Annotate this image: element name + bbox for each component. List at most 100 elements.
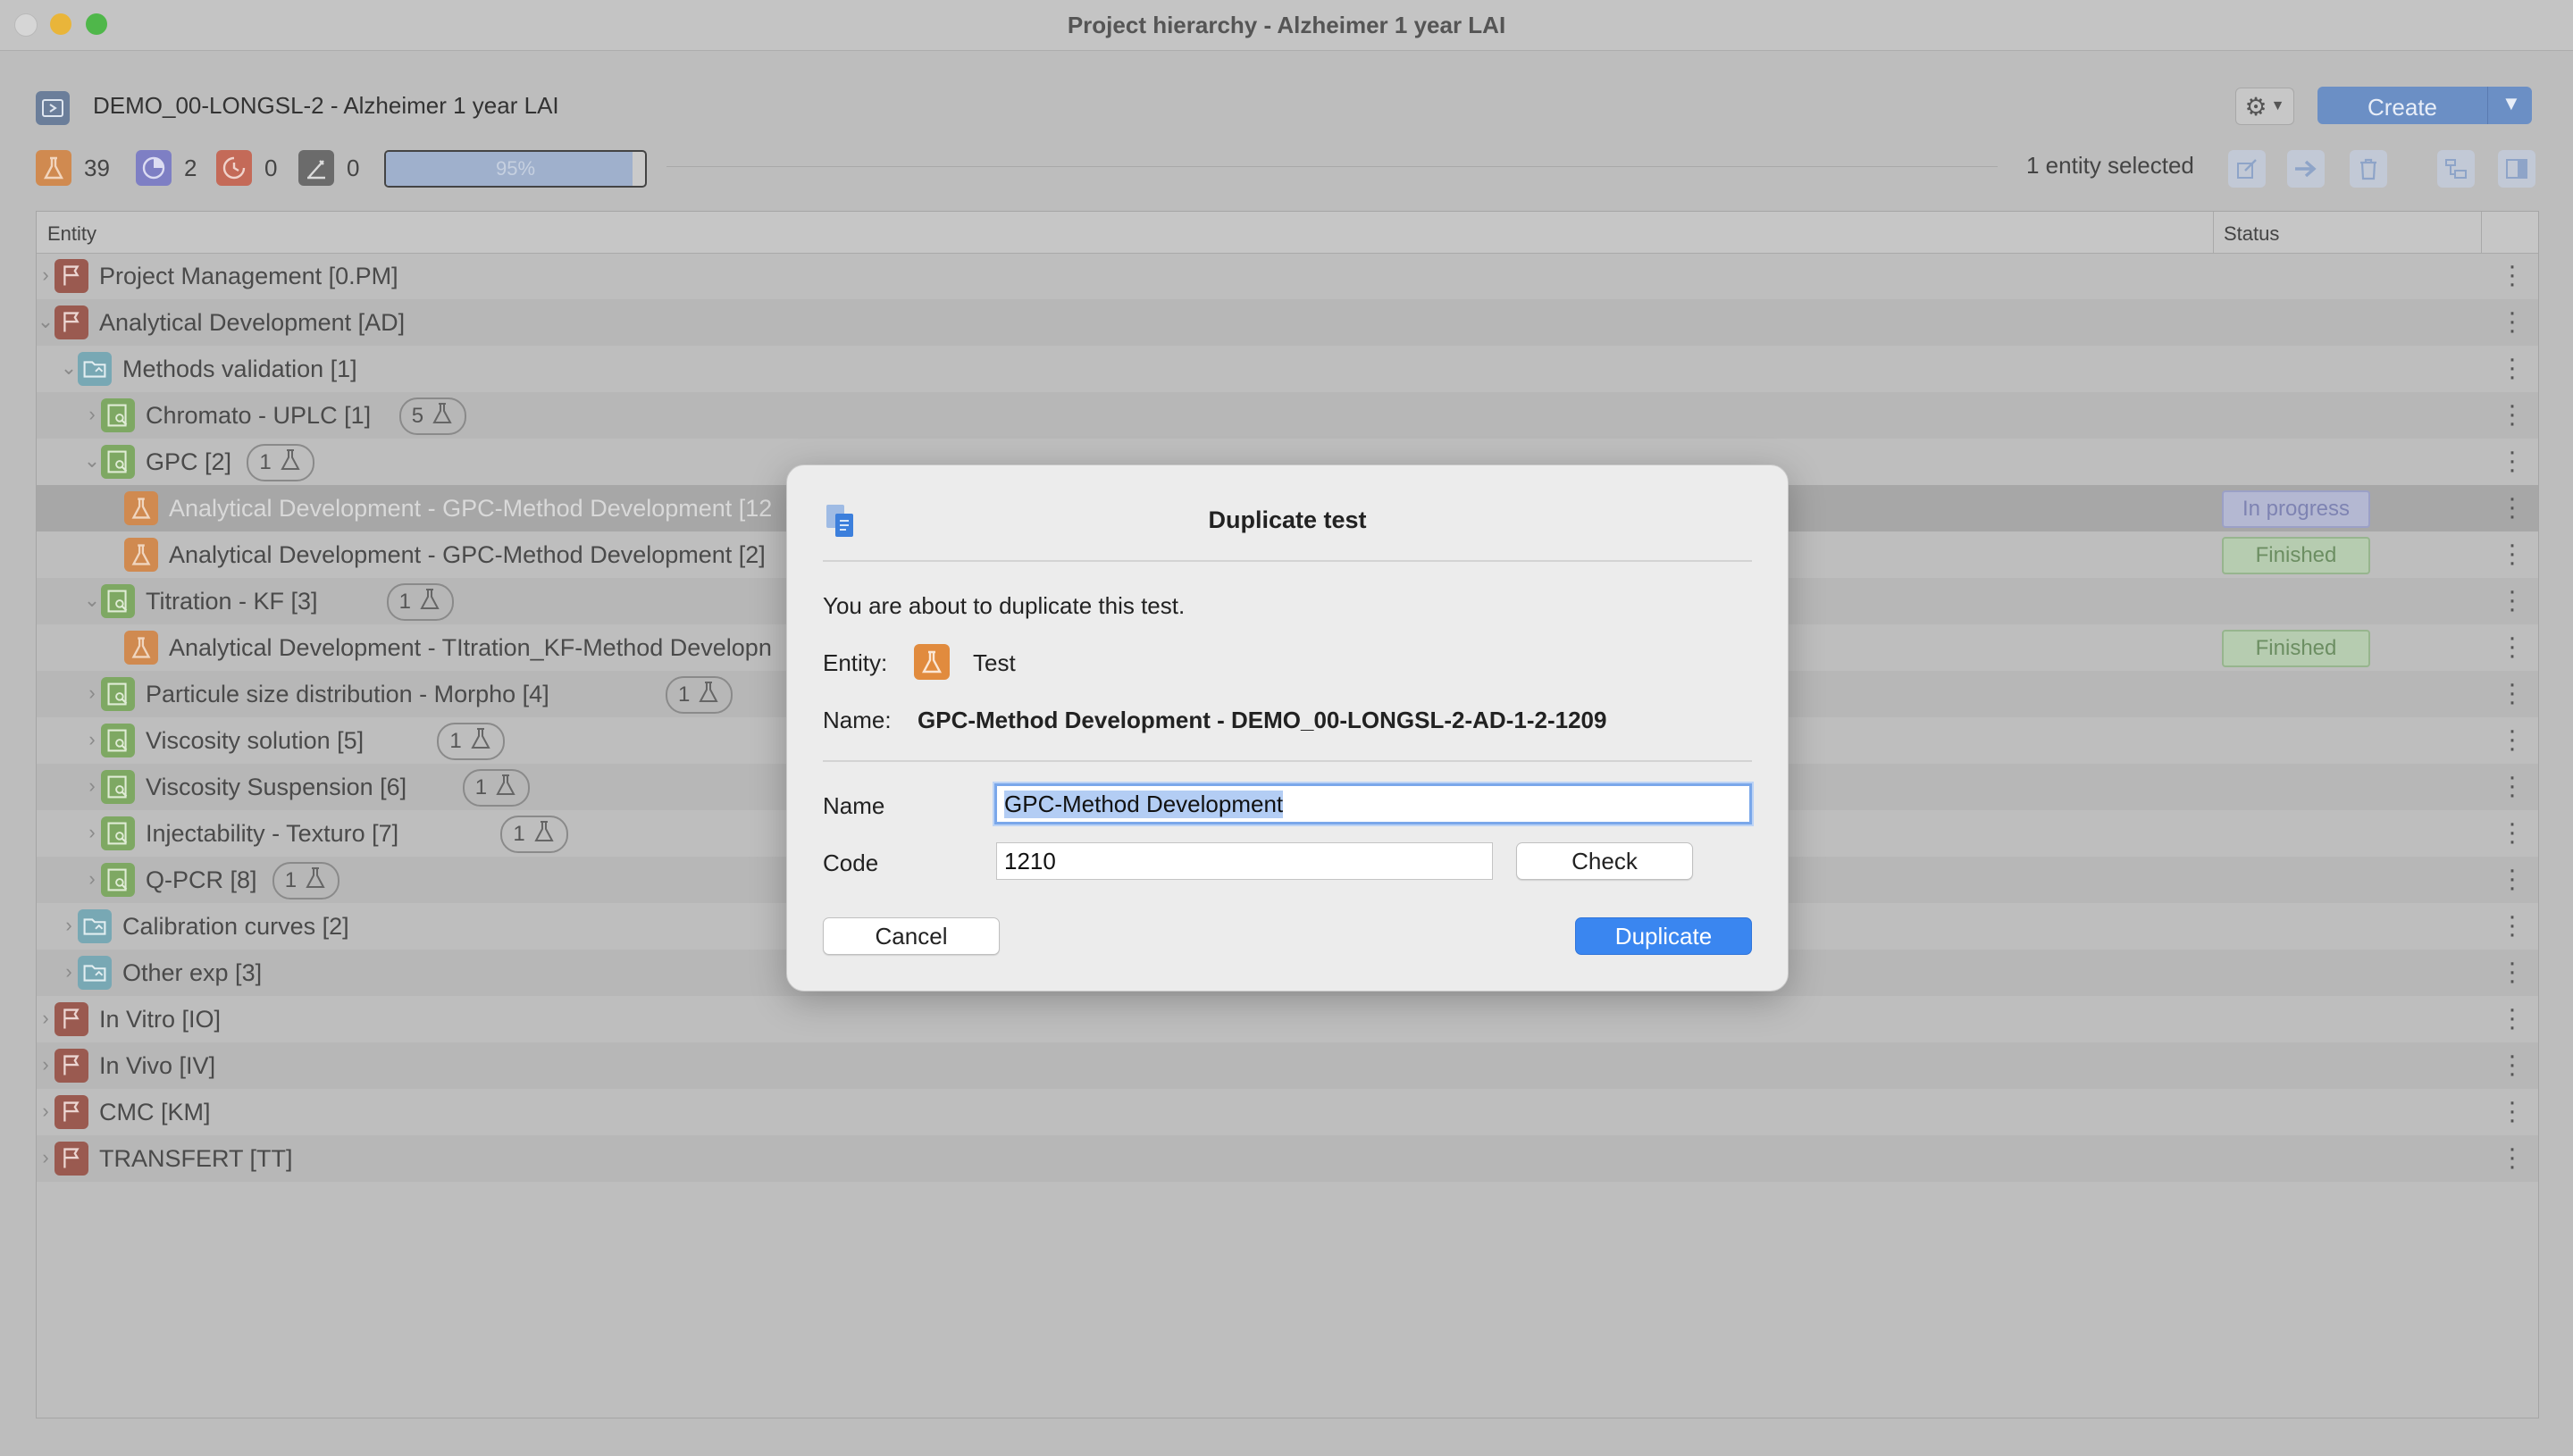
create-button[interactable]: Create ▼: [2317, 87, 2532, 124]
chevron-right-icon[interactable]: ›: [83, 728, 101, 751]
toolbar-divider: [666, 166, 1998, 167]
chevron-down-icon[interactable]: ⌄: [83, 589, 101, 612]
cancel-button[interactable]: Cancel: [823, 917, 1000, 955]
create-dropdown-icon[interactable]: ▼: [2502, 92, 2521, 115]
check-button[interactable]: Check: [1516, 842, 1693, 880]
row-menu-icon[interactable]: · · ·: [2508, 1135, 2517, 1180]
chevron-right-icon[interactable]: ›: [83, 821, 101, 844]
chevron-right-icon[interactable]: ›: [83, 403, 101, 426]
row-menu-icon[interactable]: · · ·: [2508, 996, 2517, 1041]
chevron-down-icon[interactable]: ⌄: [83, 449, 101, 473]
flag-icon: [54, 305, 88, 339]
row-label: Analytical Development - TItration_KF-Me…: [169, 634, 772, 661]
chevron-right-icon[interactable]: ›: [83, 774, 101, 798]
row-label: GPC [2]: [146, 448, 232, 475]
row-menu-icon[interactable]: · · ·: [2508, 392, 2517, 437]
row-label: In Vivo [IV]: [99, 1052, 216, 1079]
row-label: Methods validation [1]: [122, 356, 357, 382]
row-menu-icon[interactable]: · · ·: [2508, 1089, 2517, 1134]
stat-signed[interactable]: 0: [298, 150, 359, 186]
chevron-down-icon[interactable]: ⌄: [60, 356, 78, 380]
chevron-right-icon[interactable]: ›: [37, 1053, 54, 1076]
chevron-right-icon[interactable]: ›: [83, 682, 101, 705]
row-menu-icon[interactable]: · · ·: [2508, 299, 2517, 344]
row-menu-icon[interactable]: · · ·: [2508, 578, 2517, 623]
dialog-title: Duplicate test: [1208, 506, 1367, 533]
move-arrow-icon[interactable]: [2287, 150, 2325, 188]
test-count-badge: 1: [247, 444, 314, 481]
row-menu-icon[interactable]: · · ·: [2508, 903, 2517, 948]
chevron-right-icon[interactable]: ›: [37, 1007, 54, 1030]
row-menu-icon[interactable]: · · ·: [2508, 810, 2517, 855]
window-maximize-button[interactable]: [86, 13, 107, 35]
row-menu-icon[interactable]: · · ·: [2508, 1042, 2517, 1087]
test-count-badge: 5: [398, 397, 467, 435]
column-divider: [2481, 212, 2482, 253]
chevron-right-icon[interactable]: ›: [37, 1100, 54, 1123]
window-minimize-button[interactable]: [50, 13, 71, 35]
test-count: 1: [474, 775, 488, 799]
trash-icon[interactable]: [2350, 150, 2387, 188]
table-row[interactable]: › In Vivo [IV] · · ·: [37, 1042, 2538, 1089]
stat-tests-count: 39: [84, 154, 110, 181]
chevron-down-icon[interactable]: ⌄: [37, 310, 54, 333]
edit-icon[interactable]: [2228, 150, 2266, 188]
row-label: Analytical Development - GPC-Method Deve…: [169, 541, 766, 568]
settings-menu-button[interactable]: ⚙ ▼: [2235, 88, 2294, 125]
stat-in-progress[interactable]: 2: [136, 150, 197, 186]
tree-view-icon[interactable]: [2437, 150, 2475, 188]
chevron-right-icon[interactable]: ›: [60, 914, 78, 937]
table-row[interactable]: › CMC [KM] · · ·: [37, 1089, 2538, 1135]
stat-signed-count: 0: [347, 154, 360, 181]
table-row[interactable]: › Chromato - UPLC [1] 5 · · ·: [37, 392, 2538, 439]
table-row[interactable]: › TRANSFERT [TT] · · ·: [37, 1135, 2538, 1182]
row-menu-icon[interactable]: · · ·: [2508, 624, 2517, 669]
column-header-status[interactable]: Status: [2224, 222, 2279, 246]
code-input-value: 1210: [1004, 847, 1056, 874]
row-menu-icon[interactable]: · · ·: [2508, 764, 2517, 808]
chevron-right-icon[interactable]: ›: [37, 264, 54, 287]
row-label: Chromato - UPLC [1]: [146, 402, 372, 429]
code-input[interactable]: 1210: [996, 842, 1493, 880]
flag-icon: [54, 1095, 88, 1129]
row-menu-icon[interactable]: · · ·: [2508, 717, 2517, 762]
stat-late-count: 0: [264, 154, 278, 181]
chevron-right-icon[interactable]: ›: [60, 960, 78, 983]
chevron-right-icon[interactable]: ›: [83, 867, 101, 891]
table-row[interactable]: › Project Management [0.PM] · · ·: [37, 253, 2538, 299]
chevron-right-icon[interactable]: ›: [37, 1146, 54, 1169]
row-menu-icon[interactable]: · · ·: [2508, 253, 2517, 297]
flag-icon: [54, 1049, 88, 1083]
column-header-entity[interactable]: Entity: [47, 222, 96, 246]
row-menu-icon[interactable]: · · ·: [2508, 531, 2517, 576]
duplicate-button[interactable]: Duplicate: [1575, 917, 1752, 955]
row-label: Analytical Development - GPC-Method Deve…: [169, 495, 773, 522]
row-menu-icon[interactable]: · · ·: [2508, 439, 2517, 483]
window-close-button[interactable]: [14, 13, 38, 37]
table-row[interactable]: ⌄ Methods validation [1] · · ·: [37, 346, 2538, 392]
test-count-badge: 1: [500, 816, 568, 853]
row-label: Titration - KF [3]: [146, 588, 318, 615]
row-menu-icon[interactable]: · · ·: [2508, 857, 2517, 901]
side-panel-icon[interactable]: [2498, 150, 2535, 188]
row-menu-icon[interactable]: · · ·: [2508, 485, 2517, 530]
row-label: Q-PCR [8]: [146, 866, 257, 893]
dialog-divider: [823, 560, 1752, 562]
flask-icon: [418, 587, 441, 618]
stat-in-progress-count: 2: [184, 154, 197, 181]
row-menu-icon[interactable]: · · ·: [2508, 950, 2517, 994]
row-menu-icon[interactable]: · · ·: [2508, 346, 2517, 390]
table-row[interactable]: ⌄ Analytical Development [AD] · · ·: [37, 299, 2538, 346]
name-input-value: GPC-Method Development: [1004, 790, 1284, 818]
table-row[interactable]: › In Vitro [IO] · · ·: [37, 996, 2538, 1042]
name-input[interactable]: GPC-Method Development: [994, 783, 1752, 824]
test-count: 1: [398, 590, 411, 614]
progress-label: 95%: [495, 157, 536, 180]
stat-late[interactable]: 0: [216, 150, 277, 186]
method-icon: [101, 584, 135, 618]
flask-icon: [124, 538, 158, 572]
stat-tests[interactable]: 39: [36, 150, 110, 186]
row-label: In Vitro [IO]: [99, 1006, 222, 1033]
late-clock-icon: [216, 150, 252, 186]
row-menu-icon[interactable]: · · ·: [2508, 671, 2517, 715]
